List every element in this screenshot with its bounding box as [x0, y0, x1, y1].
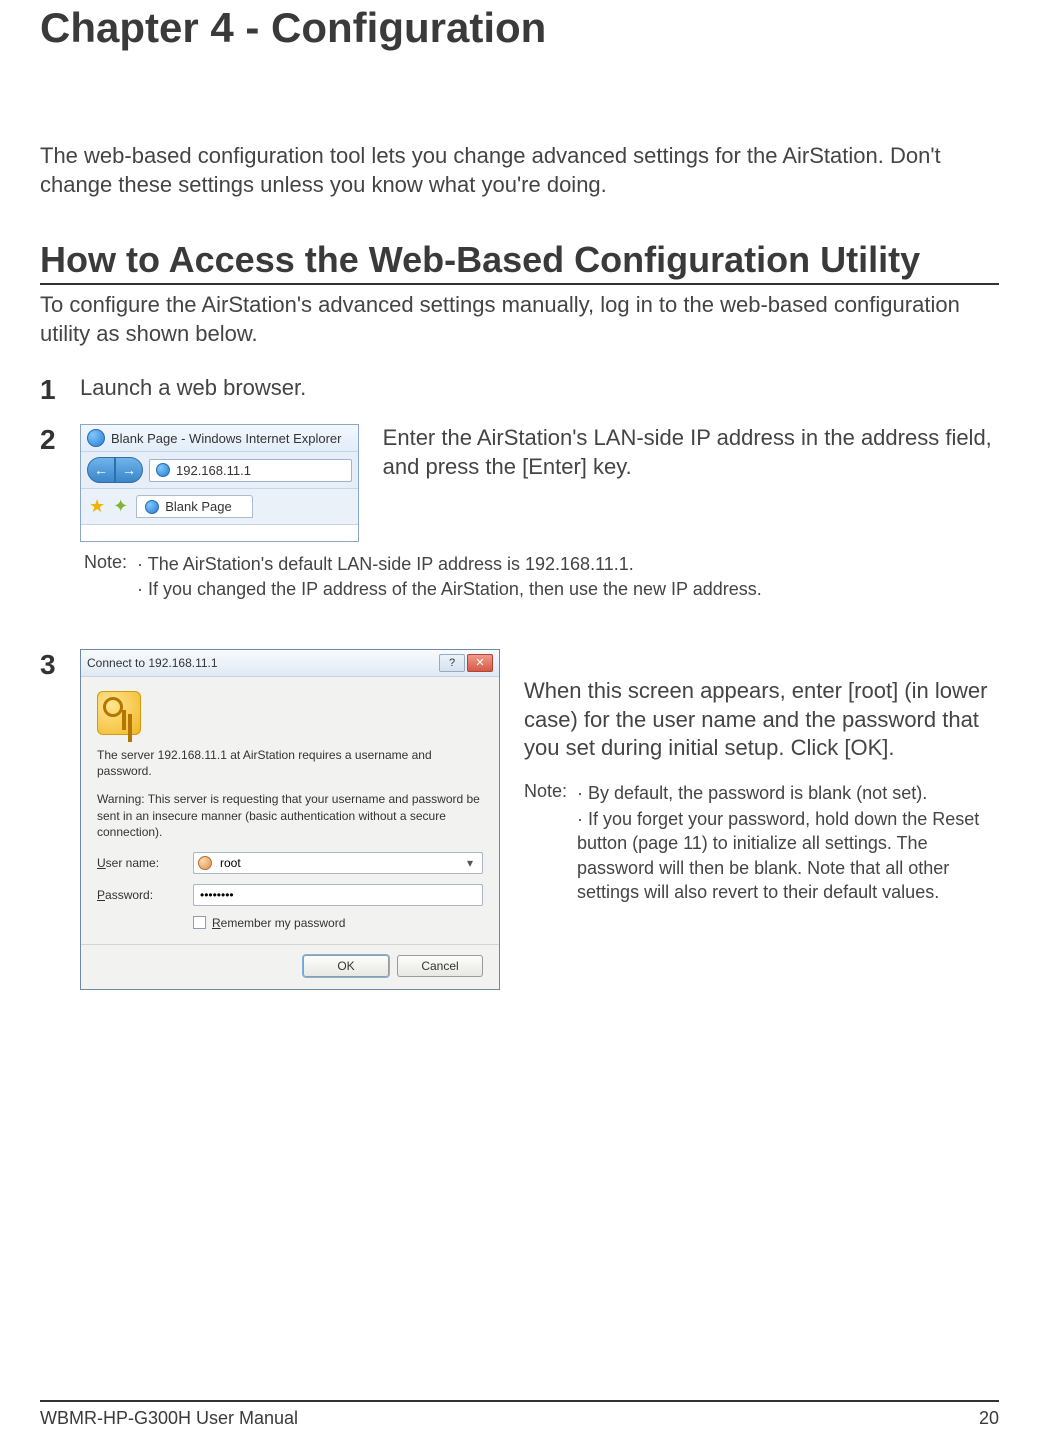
user-icon	[198, 856, 212, 870]
cancel-button[interactable]: Cancel	[397, 955, 483, 977]
note-item: · If you forget your password, hold down…	[577, 807, 999, 904]
username-field[interactable]: ▾	[193, 852, 483, 874]
step-2-note: Note: · The AirStation's default LAN-sid…	[84, 552, 999, 601]
username-input[interactable]	[218, 855, 456, 871]
browser-screenshot: Blank Page - Windows Internet Explorer ←…	[80, 424, 359, 542]
address-field[interactable]: 192.168.11.1	[149, 459, 352, 482]
ie-icon	[87, 429, 105, 447]
note-item: · The AirStation's default LAN-side IP a…	[137, 552, 999, 576]
help-button[interactable]: ?	[439, 654, 465, 672]
page-number: 20	[979, 1408, 999, 1429]
add-favorite-icon[interactable]: ✦	[113, 496, 128, 517]
ie-icon	[145, 500, 159, 514]
note-label: Note:	[524, 781, 567, 906]
key-icon	[97, 691, 141, 735]
chapter-title: Chapter 4 - Configuration	[40, 0, 999, 52]
intro-paragraph: The web-based configuration tool lets yo…	[40, 142, 999, 199]
section-title: How to Access the Web-Based Configuratio…	[40, 239, 999, 285]
password-input[interactable]	[198, 887, 478, 903]
remember-checkbox[interactable]	[193, 916, 206, 929]
browser-content	[81, 525, 358, 541]
forward-button[interactable]: →	[115, 457, 143, 483]
note-label: Note:	[84, 552, 127, 601]
ok-button[interactable]: OK	[303, 955, 389, 977]
dialog-titlebar: Connect to 192.168.11.1 ? ✕	[81, 650, 499, 677]
dialog-message-1: The server 192.168.11.1 at AirStation re…	[97, 747, 483, 779]
password-field[interactable]	[193, 884, 483, 906]
step-2: 2 Blank Page - Windows Internet Explorer…	[40, 424, 999, 601]
favorites-row: ★ ✦ Blank Page	[81, 489, 358, 525]
favorites-icon[interactable]: ★	[89, 496, 105, 517]
dropdown-icon[interactable]: ▾	[462, 856, 478, 870]
step-number: 2	[40, 424, 80, 456]
back-button[interactable]: ←	[87, 457, 115, 483]
address-value: 192.168.11.1	[176, 463, 251, 478]
browser-tab[interactable]: Blank Page	[136, 495, 253, 518]
step-1-text: Launch a web browser.	[80, 374, 999, 403]
step-number: 3	[40, 649, 80, 681]
dialog-title: Connect to 192.168.11.1	[87, 656, 218, 670]
remember-label: Remember my password	[212, 916, 345, 930]
dialog-message-2: Warning: This server is requesting that …	[97, 791, 483, 840]
browser-address-row: ← → 192.168.11.1	[81, 452, 358, 489]
note-item: · If you changed the IP address of the A…	[137, 577, 999, 601]
step-1: 1 Launch a web browser.	[40, 374, 999, 406]
step-2-text: Enter the AirStation's LAN-side IP addre…	[383, 424, 999, 481]
close-button[interactable]: ✕	[467, 654, 493, 672]
step-3-note: Note: · By default, the password is blan…	[524, 781, 999, 906]
step-3-text: When this screen appears, enter [root] (…	[524, 677, 999, 763]
browser-titlebar: Blank Page - Windows Internet Explorer	[81, 425, 358, 452]
tab-label: Blank Page	[165, 499, 232, 514]
password-label: Password:	[97, 888, 193, 902]
close-icon: ✕	[475, 656, 484, 669]
browser-title: Blank Page - Windows Internet Explorer	[111, 431, 342, 446]
section-intro: To configure the AirStation's advanced s…	[40, 291, 999, 348]
step-number: 1	[40, 374, 80, 406]
note-item: · By default, the password is blank (not…	[577, 781, 999, 805]
auth-dialog: Connect to 192.168.11.1 ? ✕	[80, 649, 500, 990]
username-label: User name:	[97, 856, 193, 870]
manual-title: WBMR-HP-G300H User Manual	[40, 1408, 298, 1429]
ie-icon	[156, 463, 170, 477]
page-footer: WBMR-HP-G300H User Manual 20	[40, 1400, 999, 1429]
step-3: 3 Connect to 192.168.11.1 ? ✕	[40, 649, 999, 990]
